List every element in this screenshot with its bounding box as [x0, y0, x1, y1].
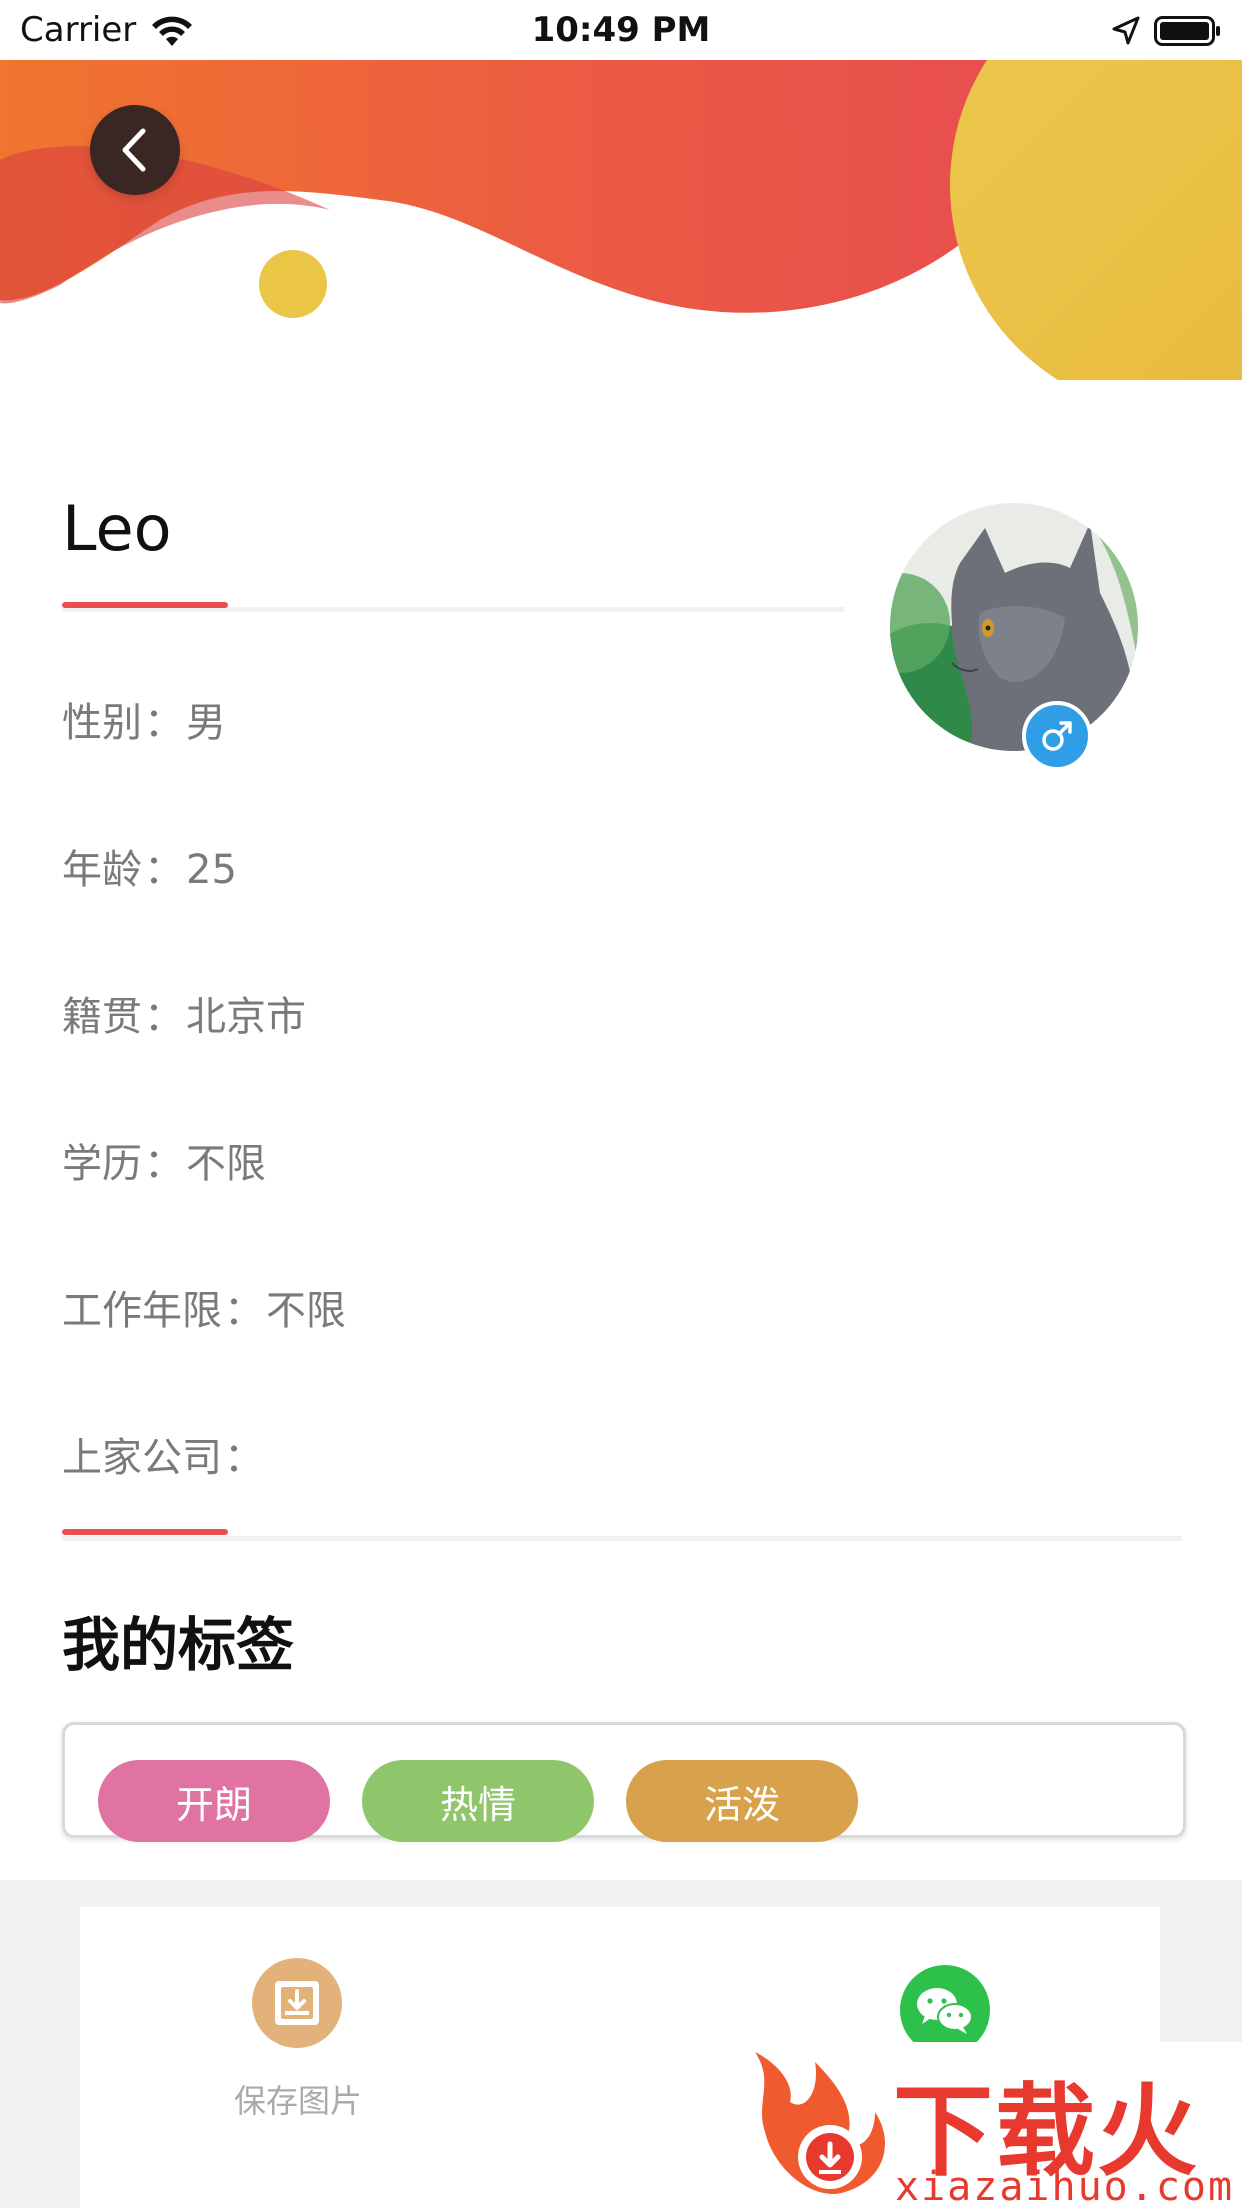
info-separator: ：: [144, 847, 184, 893]
flame-logo-icon: [755, 2052, 885, 2194]
save-image-button[interactable]: [252, 1958, 342, 2048]
info-value: 25: [186, 847, 237, 893]
section-accent-line: [62, 1529, 228, 1535]
info-label: 性别: [62, 700, 142, 746]
location-arrow-icon: [1112, 16, 1140, 45]
info-separator: ：: [224, 1435, 264, 1481]
header-banner: [0, 60, 1242, 380]
back-button[interactable]: [90, 105, 180, 195]
info-label: 年龄: [62, 847, 142, 893]
info-label: 学历: [62, 1141, 142, 1187]
info-separator: ：: [144, 994, 184, 1040]
banner-wave-graphic: [0, 60, 1242, 380]
wechat-icon: [917, 1988, 973, 2034]
info-row-work-years: 工作年限：不限: [62, 1278, 346, 1336]
tags-container: 开朗 热情 活泼: [62, 1722, 1186, 1842]
male-gender-badge: [1022, 701, 1092, 771]
download-box-icon: [275, 1981, 319, 2025]
status-bar: Carrier 10:49 PM: [0, 0, 1242, 60]
watermark-url: xiazaihuo.com: [895, 2164, 1235, 2210]
info-separator: ：: [224, 1288, 264, 1334]
info-label: 工作年限: [62, 1288, 222, 1334]
cat-photo: [890, 503, 1138, 751]
clock: 10:49 PM: [531, 10, 711, 50]
info-value: 男: [186, 700, 226, 746]
info-row-gender: 性别：男: [62, 690, 226, 748]
tag-chip[interactable]: 开朗: [98, 1760, 330, 1842]
chevron-left-icon: [122, 128, 146, 172]
name-accent-line: [62, 602, 228, 608]
info-value: 不限: [186, 1141, 266, 1187]
info-row-education: 学历：不限: [62, 1131, 266, 1189]
info-row-age: 年龄：25: [62, 837, 237, 895]
info-separator: ：: [144, 1141, 184, 1187]
info-row-hometown: 籍贯：北京市: [62, 984, 306, 1042]
info-value: 北京市: [186, 994, 306, 1040]
info-value: 不限: [266, 1288, 346, 1334]
info-label: 上家公司: [62, 1435, 222, 1481]
battery-icon: [1154, 16, 1220, 46]
section-divider: [62, 1536, 1182, 1541]
info-label: 籍贯: [62, 994, 142, 1040]
male-symbol-icon: [1042, 721, 1072, 751]
tag-chip[interactable]: 活泼: [626, 1760, 858, 1842]
avatar: [890, 503, 1138, 751]
info-row-previous-company: 上家公司：: [62, 1425, 266, 1483]
info-separator: ：: [144, 700, 184, 746]
save-image-label[interactable]: 保存图片: [200, 2076, 396, 2122]
profile-name: Leo: [62, 492, 172, 565]
tags-section-title: 我的标签: [62, 1611, 295, 1679]
watermark: 下载火 xiazaihuo.com: [735, 2042, 1242, 2210]
tag-chip[interactable]: 热情: [362, 1760, 594, 1842]
